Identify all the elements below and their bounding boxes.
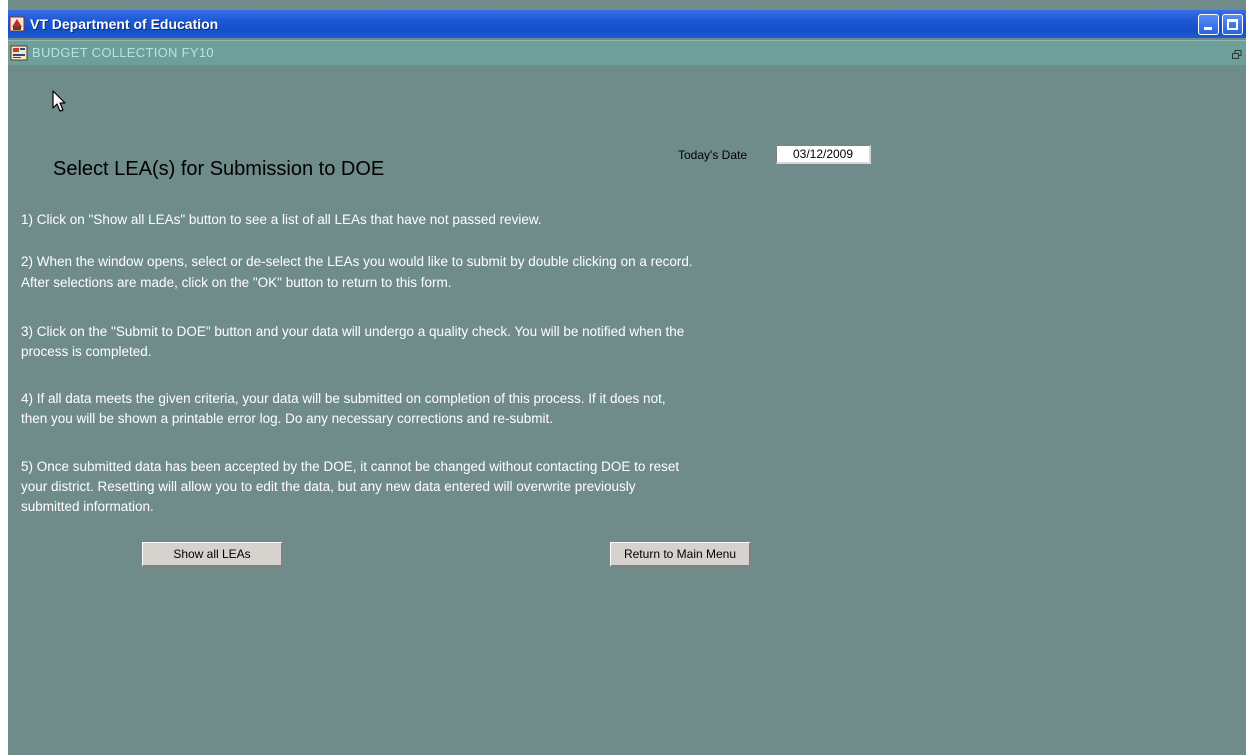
instruction-step-2-line-2: After selections are made, click on the …	[21, 275, 452, 290]
instruction-step-5-line-1: 5) Once submitted data has been accepted…	[21, 459, 680, 474]
show-all-leas-button[interactable]: Show all LEAs	[142, 542, 283, 567]
date-label: Today's Date	[678, 148, 747, 162]
app-icon	[8, 15, 26, 33]
instruction-step-5-line-3: submitted information.	[21, 499, 154, 514]
form-icon	[10, 44, 28, 62]
window-edge	[0, 0, 8, 755]
form-title: BUDGET COLLECTION FY10	[32, 45, 214, 60]
maximize-button[interactable]	[1222, 14, 1243, 35]
instruction-step-5-line-2: your district. Resetting will allow you …	[21, 479, 636, 494]
form-title-bar: BUDGET COLLECTION FY10	[8, 40, 1246, 65]
window-title: VT Department of Education	[30, 16, 219, 32]
return-to-main-menu-button[interactable]: Return to Main Menu	[610, 542, 751, 567]
instruction-step-3-line-1: 3) Click on the "Submit to DOE" button a…	[21, 324, 685, 339]
mouse-cursor-icon	[52, 90, 68, 114]
title-bar[interactable]: VT Department of Education	[8, 10, 1246, 38]
instruction-step-3-line-2: process is completed.	[21, 344, 152, 359]
page-title: Select LEA(s) for Submission to DOE	[53, 158, 385, 180]
instruction-step-2-line-1: 2) When the window opens, select or de-s…	[21, 254, 693, 269]
instruction-step-4-line-1: 4) If all data meets the given criteria,…	[21, 391, 666, 406]
minimize-icon	[1204, 27, 1212, 30]
instruction-step-1: 1) Click on "Show all LEAs" button to se…	[21, 212, 542, 227]
application-window: VT Department of Education BUDGET COLLEC…	[0, 0, 1246, 755]
date-field[interactable]: 03/12/2009	[776, 145, 871, 164]
restore-icon[interactable]	[1232, 47, 1242, 59]
minimize-button[interactable]	[1198, 14, 1219, 35]
maximize-icon	[1227, 19, 1238, 30]
instruction-step-4-line-2: then you will be shown a printable error…	[21, 411, 554, 426]
